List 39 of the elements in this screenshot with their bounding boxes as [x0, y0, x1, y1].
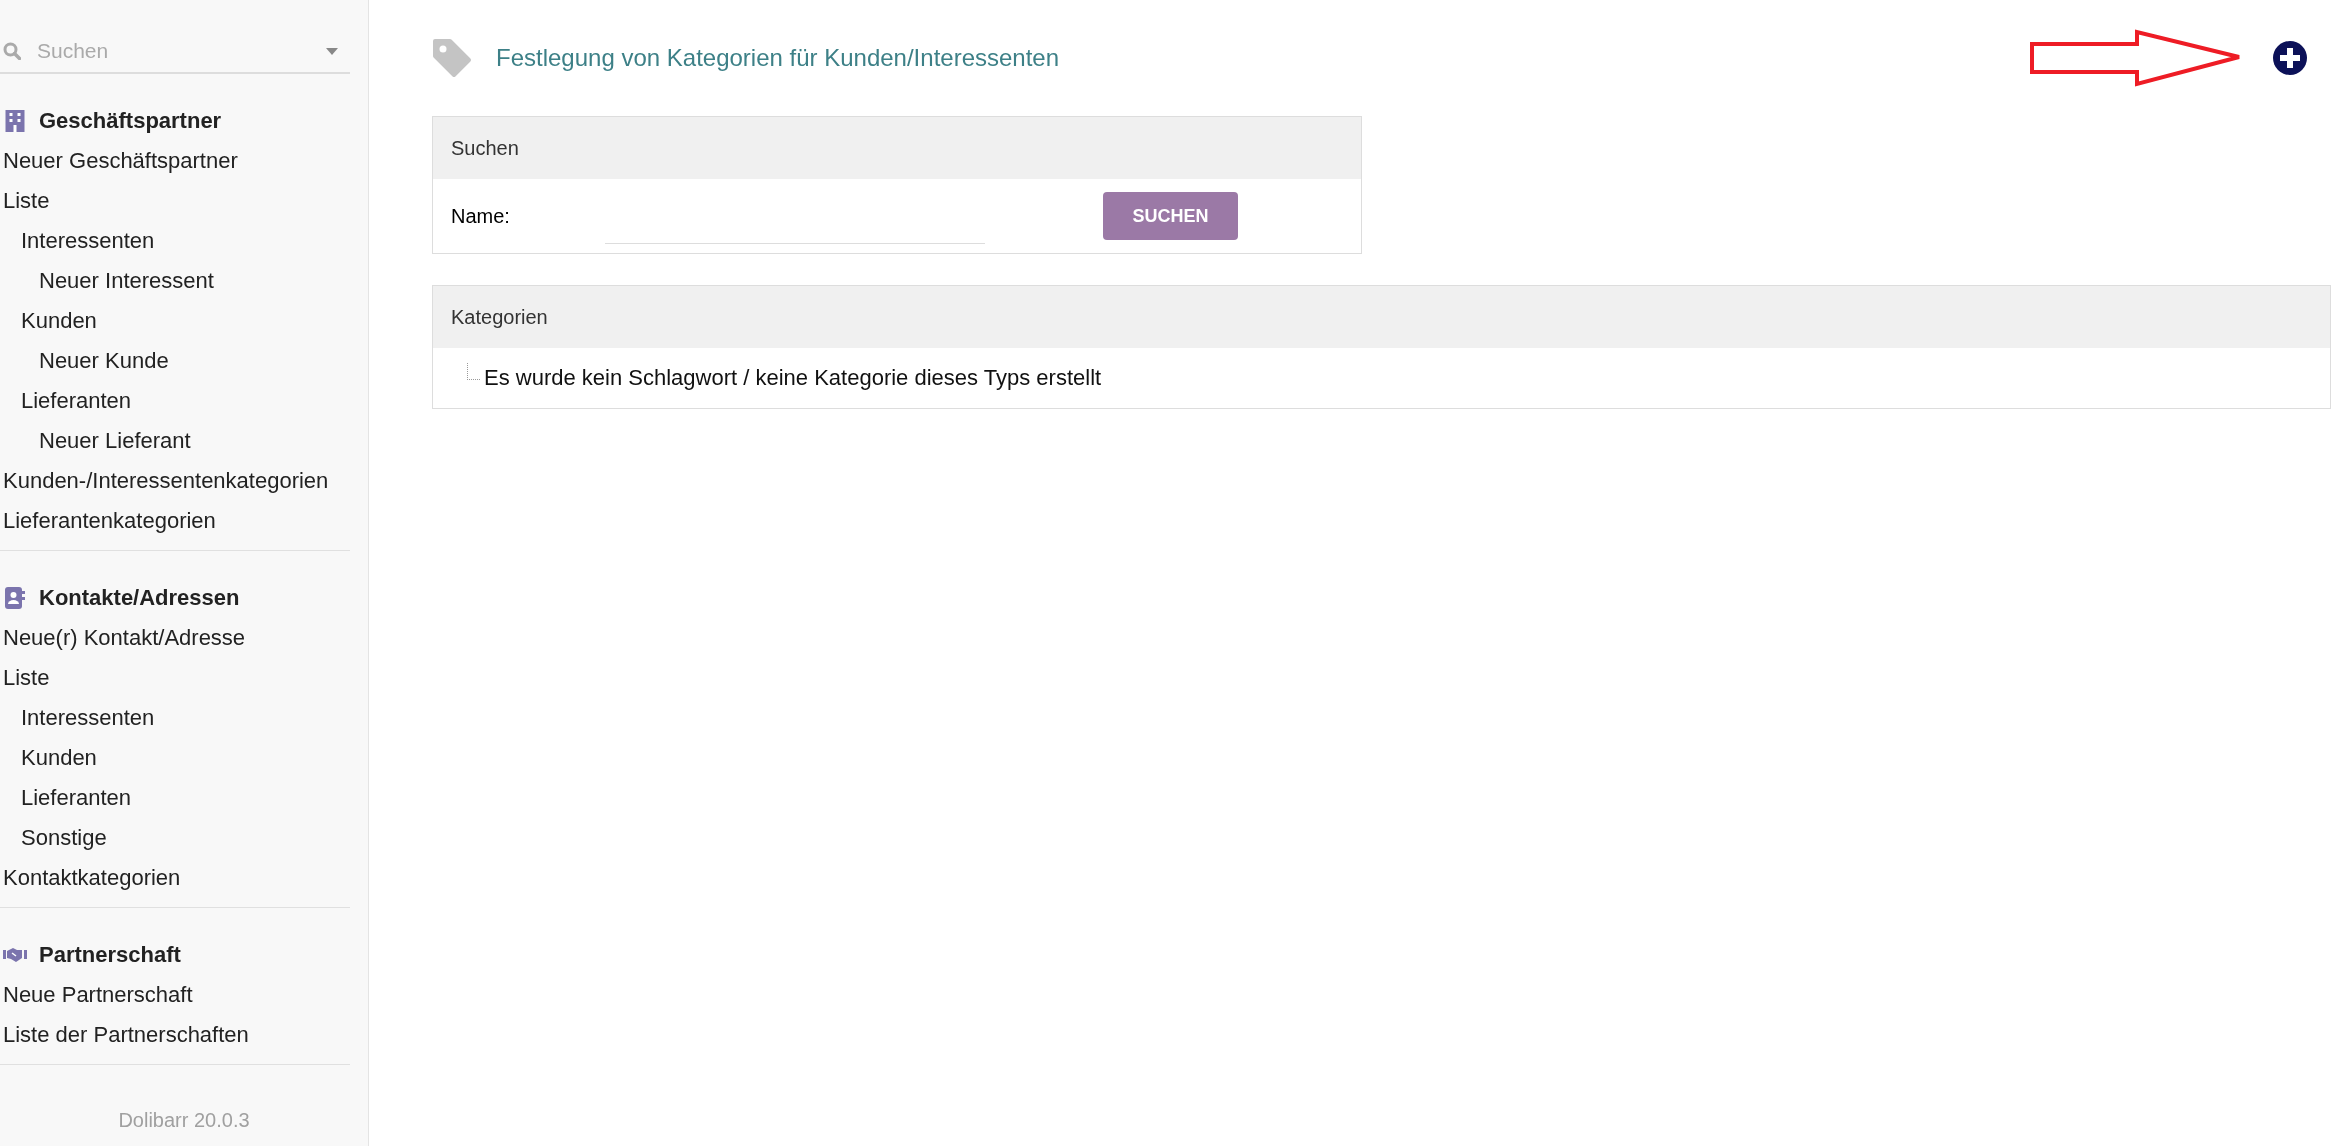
panel-header: Kategorien: [433, 286, 2330, 348]
empty-message: Es wurde kein Schlagwort / keine Kategorie dieses Typs erstellt: [484, 365, 1102, 391]
search-button[interactable]: SUCHEN: [1103, 192, 1238, 240]
section-heading: Partnerschaft: [39, 942, 181, 968]
section-heading: Geschäftspartner: [39, 108, 222, 134]
tree-connector: [467, 362, 480, 380]
menu-link[interactable]: Liste: [0, 658, 350, 698]
caret-icon: [326, 47, 338, 55]
menu-link[interactable]: Neuer Kunde: [0, 341, 350, 381]
menu-link[interactable]: Lieferanten: [0, 778, 350, 818]
menu-link[interactable]: Neue(r) Kontakt/Adresse: [0, 618, 350, 658]
contact-book-icon: [3, 587, 27, 609]
panel-header: Suchen: [433, 117, 1361, 179]
menu-link[interactable]: Lieferantenkategorien: [0, 501, 350, 541]
menu-link[interactable]: Sonstige: [0, 818, 350, 858]
menu-link[interactable]: Interessenten: [0, 698, 350, 738]
menu-link[interactable]: Neuer Geschäftspartner: [0, 141, 350, 181]
tag-icon: [432, 38, 472, 78]
menu-link[interactable]: Kunden: [0, 738, 350, 778]
field-label: Name:: [451, 204, 511, 228]
building-icon: [3, 110, 27, 132]
menu-link[interactable]: Neuer Interessent: [0, 261, 350, 301]
menu-link[interactable]: Kunden: [0, 301, 350, 341]
menu-link[interactable]: Liste: [0, 181, 350, 221]
version-label: Dolibarr 20.0.3: [117, 1109, 251, 1132]
page-title: Festlegung von Kategorien für Kunden/Interessenten: [496, 44, 1060, 72]
menu-link[interactable]: Interessenten: [0, 221, 350, 261]
menu-link[interactable]: Neue Partnerschaft: [0, 975, 350, 1015]
add-button[interactable]: [2273, 41, 2307, 75]
menu-link[interactable]: Kontaktkategorien: [0, 858, 350, 898]
handshake-icon: [3, 947, 27, 963]
menu-link[interactable]: Kunden-/Interessentenkategorien: [0, 461, 350, 501]
search-icon: [3, 42, 21, 60]
plus-icon: [2273, 41, 2307, 75]
menu-link[interactable]: Lieferanten: [0, 381, 350, 421]
menu-link[interactable]: Neuer Lieferant: [0, 421, 350, 461]
search-field[interactable]: Suchen: [35, 38, 312, 64]
menu-link[interactable]: Liste der Partnerschaften: [0, 1015, 350, 1055]
section-heading: Kontakte/Adressen: [39, 585, 240, 611]
